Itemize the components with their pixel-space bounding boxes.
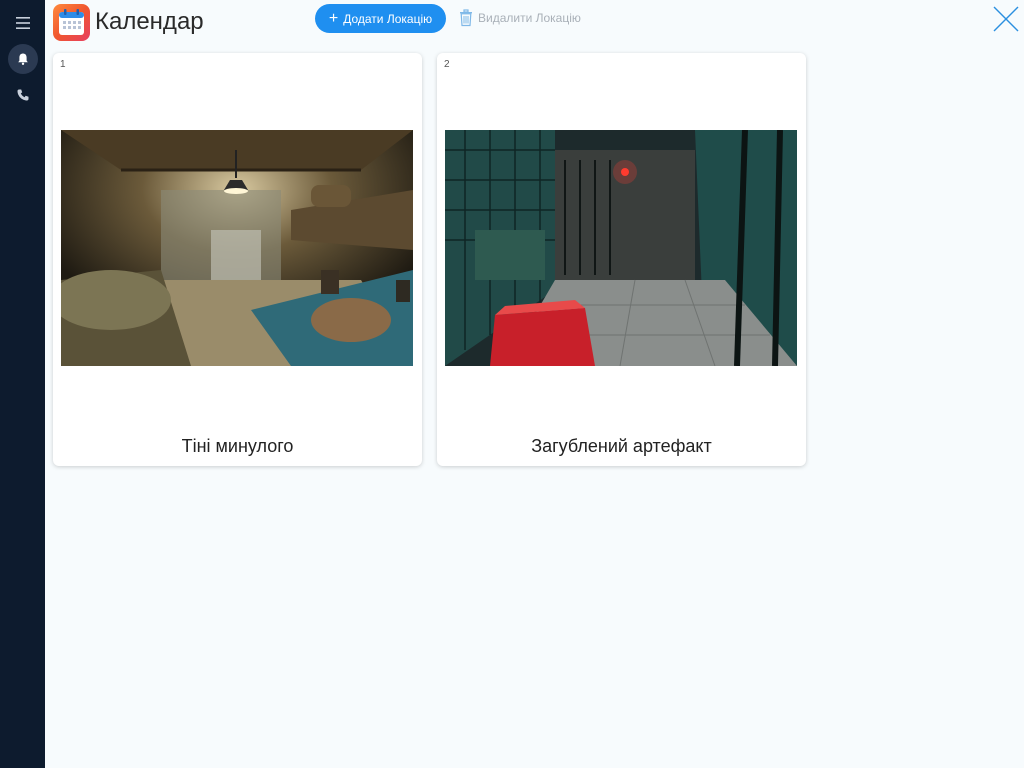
menu-button[interactable] xyxy=(8,8,38,38)
phone-icon xyxy=(17,89,29,101)
location-name: Тіні минулого xyxy=(181,436,294,456)
close-icon xyxy=(993,6,1019,32)
location-card[interactable]: 2 Загублений артефакт xyxy=(437,53,806,466)
plus-icon: + xyxy=(328,9,339,27)
sidebar xyxy=(0,0,45,768)
calendar-app-logo xyxy=(53,4,90,41)
location-photo xyxy=(445,130,797,366)
add-location-button[interactable]: + Додати Локацію xyxy=(315,4,446,33)
close-button[interactable] xyxy=(991,4,1021,34)
bell-icon xyxy=(18,53,28,65)
location-name: Загублений артефакт xyxy=(531,436,712,456)
menu-icon xyxy=(16,17,30,29)
phone-button[interactable] xyxy=(8,80,38,110)
add-location-label: Додати Локацію xyxy=(343,11,433,26)
location-number: 2 xyxy=(444,59,450,70)
delete-location-button[interactable]: Видалити Локацію xyxy=(458,8,581,28)
calendar-icon xyxy=(59,9,84,35)
location-card[interactable]: 1 Тіні минулого xyxy=(53,53,422,466)
location-photo xyxy=(61,130,413,366)
notifications-button[interactable] xyxy=(8,44,38,74)
delete-location-label: Видалити Локацію xyxy=(478,11,581,25)
location-number: 1 xyxy=(60,59,66,70)
page-title: Календар xyxy=(95,8,204,35)
trash-icon xyxy=(460,9,472,27)
